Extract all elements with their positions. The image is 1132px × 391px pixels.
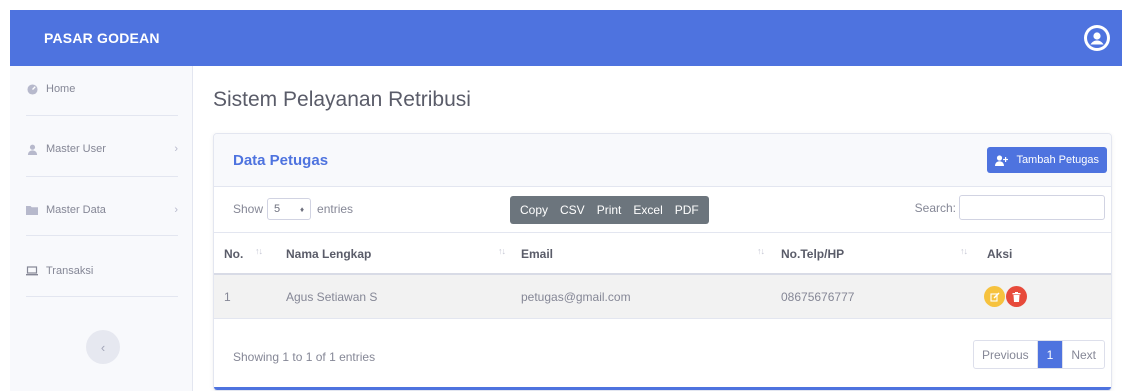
sidebar-divider [26,115,178,116]
card-header: Data Petugas Tambah Petugas [214,134,1111,187]
cell-email: petugas@gmail.com [521,290,631,304]
table-footer: Showing 1 to 1 of 1 entries Previous 1 N… [214,331,1111,381]
folder-icon [26,204,38,216]
sidebar-item-label: Home [46,83,76,95]
sidebar-item-master-user[interactable]: Master User › [26,143,178,155]
sidebar-divider [26,176,178,177]
page-title: Sistem Pelayanan Retribusi [213,88,471,111]
entries-select[interactable]: 5 ♦ [267,198,312,220]
data-table: No. ↑↓ Nama Lengkap ↑↓ Email ↑↓ No.Telp/… [214,232,1111,319]
sort-icon: ↑↓ [960,246,968,256]
copy-button[interactable]: Copy [514,203,554,217]
entries-value: 5 [274,203,281,215]
pdf-button[interactable]: PDF [669,203,705,217]
card-title: Data Petugas [233,151,329,169]
excel-button[interactable]: Excel [627,203,668,217]
sidebar: Home Master User › Master Data › Transak… [10,66,193,391]
column-header-email[interactable]: Email [521,247,553,261]
search-label: Search: [914,200,956,215]
cell-nama: Agus Setiawan S [286,290,378,304]
topbar: PASAR GODEAN [10,10,1122,66]
entries-label: entries [317,202,354,216]
add-officer-button[interactable]: Tambah Petugas [987,147,1107,173]
brand-title[interactable]: PASAR GODEAN [44,30,160,46]
sort-icon: ↑↓ [498,246,506,256]
column-header-telp[interactable]: No.Telp/HP [781,247,844,261]
sidebar-item-home[interactable]: Home [26,83,178,95]
column-header-no[interactable]: No. [224,247,243,261]
sort-icon: ↑↓ [255,246,263,256]
edit-button[interactable] [984,286,1005,307]
user-plus-icon [995,154,1009,166]
sidebar-item-master-data[interactable]: Master Data › [26,204,178,216]
search-input[interactable] [959,195,1105,220]
table-header: No. ↑↓ Nama Lengkap ↑↓ Email ↑↓ No.Telp/… [214,232,1111,275]
show-label: Show [233,202,264,216]
csv-button[interactable]: CSV [554,203,591,217]
column-header-aksi: Aksi [987,247,1013,261]
cell-no: 1 [224,290,231,304]
dashboard-icon [26,83,38,95]
chevron-right-icon: › [174,143,178,155]
row-actions [984,286,1028,307]
data-card: Data Petugas Tambah Petugas Show 5 ♦ ent… [213,133,1112,391]
delete-button[interactable] [1006,286,1027,307]
cell-telp: 08675676777 [781,290,855,304]
pagination: Previous 1 Next [972,340,1105,369]
column-header-nama[interactable]: Nama Lengkap [286,247,371,261]
add-officer-label: Tambah Petugas [1016,154,1099,166]
select-arrows-icon: ♦ [299,204,305,214]
sidebar-item-transaksi[interactable]: Transaksi [26,265,178,277]
user-icon [26,143,38,155]
page-button-1[interactable]: 1 [1037,341,1064,368]
length-control: Show 5 ♦ entries [233,198,353,220]
table-info: Showing 1 to 1 of 1 entries [233,350,376,364]
sidebar-item-label: Transaksi [46,265,94,277]
sidebar-toggle-button[interactable]: ‹ [86,330,120,364]
chevron-left-icon: ‹ [100,339,106,355]
table-controls: Show 5 ♦ entries Copy CSV Print Excel PD… [214,188,1111,232]
user-avatar-icon[interactable] [1084,25,1110,51]
table-row: 1 Agus Setiawan S petugas@gmail.com 0867… [214,275,1111,319]
export-buttons: Copy CSV Print Excel PDF [510,196,709,224]
search-control: Search: [915,195,1105,220]
sidebar-item-label: Master User [46,143,106,155]
trash-icon [1012,291,1021,302]
sidebar-item-label: Master Data [46,204,106,216]
sort-icon: ↑↓ [757,246,765,256]
sidebar-divider [26,235,178,236]
edit-icon [989,292,999,302]
next-button[interactable]: Next [1063,341,1104,368]
previous-button[interactable]: Previous [974,341,1038,368]
card-bottom-border [214,387,1111,390]
chevron-right-icon: › [174,204,178,216]
print-button[interactable]: Print [591,203,628,217]
sidebar-divider [26,296,178,297]
laptop-icon [26,265,38,277]
